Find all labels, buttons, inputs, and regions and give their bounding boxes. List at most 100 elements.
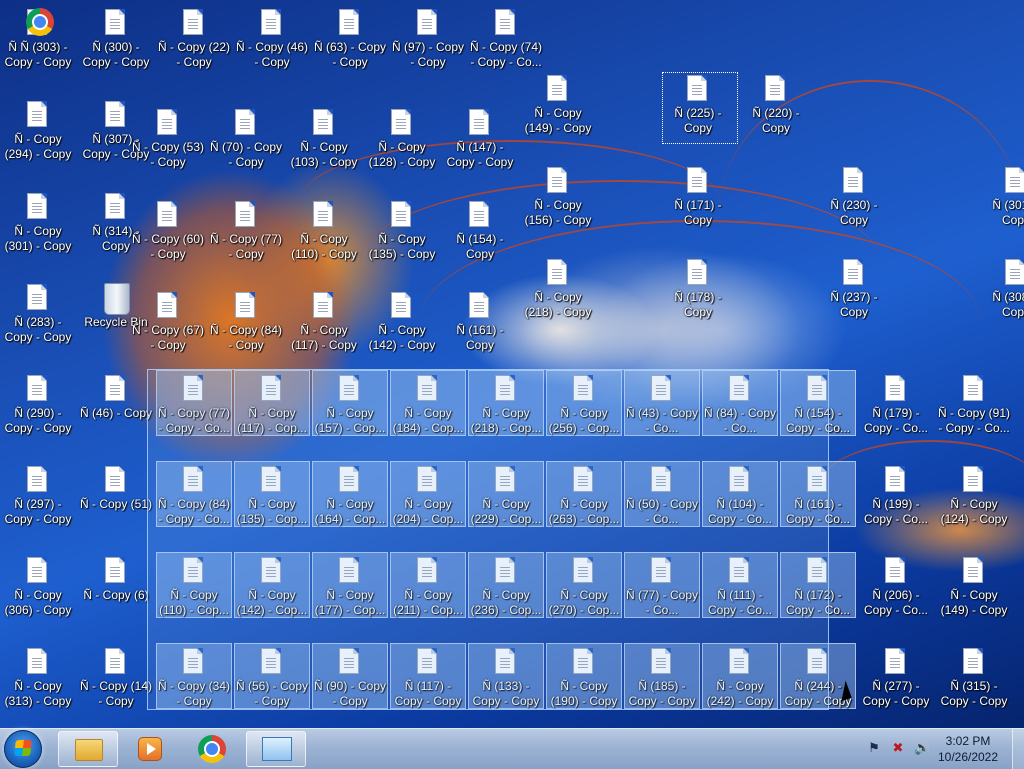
desktop-icon[interactable]: Ñ (206) - Copy - Co... [858, 556, 934, 636]
desktop-icon[interactable]: Ñ - Copy (301) - Copy [0, 192, 76, 272]
desktop-icon-label: Ñ - Copy (149) - Copy [940, 588, 1008, 617]
taskbar-windows-explorer[interactable] [58, 731, 118, 767]
text-document-icon [391, 292, 411, 318]
recycle-bin-icon [104, 283, 130, 315]
desktop-icon[interactable]: Ñ - Copy (46) - Copy [234, 8, 310, 88]
text-document-icon [157, 201, 177, 227]
desktop-icon[interactable]: Ñ - Copy (103) - Copy [286, 108, 362, 188]
show-desktop-button[interactable] [1012, 729, 1024, 769]
clock-date: 10/26/2022 [937, 750, 999, 764]
desktop-icon[interactable]: Ñ - Copy (91) - Copy - Co... [936, 374, 1012, 454]
desktop-icon[interactable]: Ñ (230) - Copy [816, 166, 892, 246]
text-document-icon [391, 201, 411, 227]
action-center-icon[interactable]: ⚑ [866, 740, 882, 756]
taskbar-media-player[interactable] [120, 731, 180, 767]
system-clock[interactable]: 3:02 PM 10/26/2022 [928, 733, 1008, 765]
desktop-icon[interactable]: Ñ - Copy (128) - Copy [364, 108, 440, 188]
desktop-icon[interactable]: Ñ - Copy (313) - Copy [0, 647, 76, 727]
desktop-icon-label: Ñ (301) - Copy [992, 198, 1024, 227]
desktop-icon[interactable]: Ñ - Copy (51) [78, 465, 154, 545]
text-document-icon [105, 648, 125, 674]
desktop-icon-label: Ñ (46) - Copy [79, 406, 153, 420]
desktop-icon[interactable]: Ñ (297) - Copy - Copy [0, 465, 76, 545]
network-icon[interactable]: ✖ [890, 740, 906, 756]
desktop-icon[interactable]: Ñ (220) - Copy [738, 74, 814, 154]
desktop-icon[interactable]: Ñ (315) - Copy - Copy [936, 647, 1012, 727]
folder-icon [75, 739, 103, 761]
text-document-icon [417, 9, 437, 35]
text-document-icon [469, 109, 489, 135]
desktop-icon[interactable]: Ñ (301) - Copy [978, 166, 1024, 246]
text-document-icon [235, 109, 255, 135]
desktop-icon-label: Ñ - Copy (77) - Copy [209, 232, 283, 261]
desktop-icon[interactable]: Ñ - Copy (14) - Copy [78, 647, 154, 727]
desktop-icon-label: Ñ - Copy (294) - Copy [4, 132, 72, 161]
desktop-icon[interactable]: Ñ - Copy (6) [78, 556, 154, 636]
taskbar-control-panel[interactable] [246, 731, 306, 767]
text-document-icon [157, 292, 177, 318]
desktop-icon[interactable]: Ñ (161) - Copy [442, 291, 518, 371]
desktop-icon[interactable]: Ñ (308) - Copy [978, 258, 1024, 338]
start-button[interactable] [4, 730, 42, 768]
desktop-icon[interactable]: Ñ (46) - Copy [78, 374, 154, 454]
desktop-icon[interactable]: Ñ - Copy (142) - Copy [364, 291, 440, 371]
desktop-icon-label: Ñ - Copy (142) - Copy [368, 323, 436, 352]
desktop-icon[interactable]: Ñ (300) - Copy - Copy [78, 8, 154, 88]
desktop-icon-label: Ñ - Copy (313) - Copy [4, 679, 72, 708]
desktop-icon-label: Ñ - Copy (46) - Copy [235, 40, 309, 69]
desktop-icon[interactable]: Ñ (277) - Copy - Copy [858, 647, 934, 727]
text-document-icon [963, 648, 983, 674]
text-document-icon [391, 109, 411, 135]
taskbar-chrome[interactable] [182, 731, 242, 767]
desktop-icon[interactable]: Ñ - Copy (218) - Copy [520, 258, 596, 338]
desktop-icon-label: Ñ - Copy (60) - Copy [131, 232, 205, 261]
desktop-icon-label: Ñ - Copy (110) - Copy [291, 232, 357, 261]
desktop-icon-label: Ñ (230) - Copy [830, 198, 878, 227]
selection-marquee [147, 369, 829, 710]
desktop-icon[interactable]: Ñ (171) - Copy [660, 166, 736, 246]
desktop-icon[interactable]: Ñ - Copy (67) - Copy [130, 291, 206, 371]
desktop-icon[interactable]: Ñ - Copy (149) - Copy [936, 556, 1012, 636]
text-document-icon [765, 75, 785, 101]
desktop-icon-label: Ñ (199) - Copy - Co... [863, 497, 929, 526]
text-document-icon [469, 201, 489, 227]
desktop-icon[interactable]: Ñ - Copy (294) - Copy [0, 100, 76, 180]
desktop-icon[interactable]: Ñ (178) - Copy [660, 258, 736, 338]
desktop-icon[interactable]: Ñ (199) - Copy - Co... [858, 465, 934, 545]
media-player-icon [138, 737, 162, 761]
chrome-shortcut-icon[interactable] [26, 8, 54, 36]
desktop-icon[interactable]: Ñ - Copy (77) - Copy [208, 200, 284, 280]
desktop-icon[interactable]: Ñ - Copy (22) - Copy [156, 8, 232, 88]
desktop-icon[interactable]: Ñ (154) - Copy [442, 200, 518, 280]
desktop-icon-label: Ñ (283) - Copy - Copy [4, 315, 72, 344]
desktop-icon[interactable]: Ñ - Copy (117) - Copy [286, 291, 362, 371]
desktop-icon[interactable]: Ñ - Copy (53) - Copy [130, 108, 206, 188]
text-document-icon [885, 375, 905, 401]
desktop-icon[interactable]: Ñ - Copy (135) - Copy [364, 200, 440, 280]
desktop-icon[interactable]: Ñ - Copy (84) - Copy [208, 291, 284, 371]
desktop-icon[interactable]: Ñ - Copy (306) - Copy [0, 556, 76, 636]
desktop-icon[interactable]: Ñ (283) - Copy - Copy [0, 283, 76, 363]
text-document-icon [339, 9, 359, 35]
text-document-icon [27, 193, 47, 219]
desktop-icon-label: Ñ - Copy (84) - Copy [209, 323, 283, 352]
desktop-icon[interactable]: Ñ - Copy (60) - Copy [130, 200, 206, 280]
desktop-icon-label: Ñ (237) - Copy [830, 290, 878, 319]
desktop-icon[interactable]: Ñ (290) - Copy - Copy [0, 374, 76, 454]
desktop-icon[interactable]: Ñ - Copy (156) - Copy [520, 166, 596, 246]
desktop-icon[interactable]: Ñ (63) - Copy - Copy [312, 8, 388, 88]
desktop-icon[interactable]: Ñ - Copy (149) - Copy [520, 74, 596, 154]
desktop-icon[interactable]: Ñ (147) - Copy - Copy [442, 108, 518, 188]
desktop[interactable]: Ñ Ñ (303) - Copy - Copy Ñ (300) - Copy - … [0, 0, 1024, 728]
desktop-icon[interactable]: Ñ - Copy (110) - Copy [286, 200, 362, 280]
desktop-icon[interactable]: Ñ - Copy (124) - Copy [936, 465, 1012, 545]
desktop-icon-label: Ñ - Copy (128) - Copy [368, 140, 436, 169]
desktop-icon-label: Ñ - Copy (53) - Copy [131, 140, 205, 169]
chrome-icon [198, 735, 226, 763]
desktop-icon-label: Ñ - Copy (218) - Copy [524, 290, 592, 319]
desktop-icon[interactable]: Ñ (237) - Copy [816, 258, 892, 338]
desktop-icon[interactable]: Ñ (179) - Copy - Co... [858, 374, 934, 454]
text-document-icon [687, 259, 707, 285]
desktop-icon[interactable]: Ñ (97) - Copy - Copy [390, 8, 466, 88]
desktop-icon[interactable]: Ñ (70) - Copy - Copy [208, 108, 284, 188]
